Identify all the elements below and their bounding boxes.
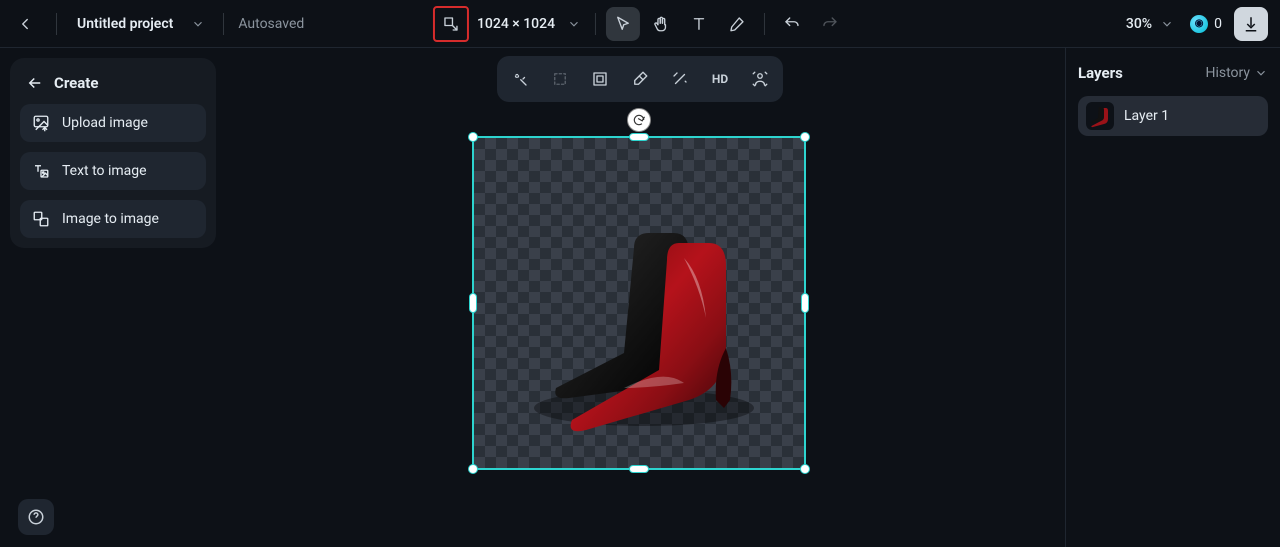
back-button[interactable]	[8, 7, 42, 41]
main-area: Create Upload image Text to image Image …	[0, 48, 1280, 547]
topbar-right: 30% ◉ 0	[1126, 7, 1268, 41]
image-to-image-button[interactable]: Image to image	[20, 200, 206, 238]
canvas-dimensions[interactable]: 1024 × 1024	[473, 12, 559, 36]
layer-item[interactable]: Layer 1	[1078, 96, 1268, 136]
hd-upscale-tool[interactable]: HD	[703, 62, 737, 96]
topbar-center: 1024 × 1024	[433, 6, 847, 42]
zoom-control[interactable]: 30%	[1126, 13, 1178, 35]
canvas[interactable]	[474, 138, 804, 468]
project-title[interactable]: Untitled project	[71, 12, 179, 36]
image-to-image-label: Image to image	[62, 211, 159, 227]
divider	[595, 13, 596, 35]
text-to-image-label: Text to image	[62, 163, 147, 179]
hd-label: HD	[712, 72, 728, 86]
undo-button[interactable]	[775, 7, 809, 41]
selection-edge-n[interactable]	[629, 133, 649, 141]
magic-wand-tool[interactable]	[663, 62, 697, 96]
selection-handle-nw[interactable]	[468, 132, 478, 142]
text-to-image-icon	[32, 162, 50, 180]
magic-select-tool[interactable]	[503, 62, 537, 96]
cursor-tool[interactable]	[606, 7, 640, 41]
layer-thumbnail	[1086, 102, 1114, 130]
selection-box[interactable]	[472, 136, 806, 470]
topbar-left: Untitled project Autosaved	[8, 7, 304, 41]
create-panel-title: Create	[54, 74, 98, 92]
frame-tool[interactable]	[583, 62, 617, 96]
selection-handle-sw[interactable]	[468, 464, 478, 474]
canvas-size-group: 1024 × 1024	[433, 6, 585, 42]
credits-coin-icon: ◉	[1190, 15, 1208, 33]
layers-panel-header: Layers History	[1078, 64, 1268, 82]
selection-handle-ne[interactable]	[800, 132, 810, 142]
upload-image-label: Upload image	[62, 115, 148, 131]
layers-title: Layers	[1078, 64, 1123, 82]
rotate-handle[interactable]	[627, 108, 651, 132]
redo-button	[813, 7, 847, 41]
back-arrow-icon	[26, 74, 44, 92]
text-to-image-button[interactable]: Text to image	[20, 152, 206, 190]
history-label: History	[1205, 65, 1250, 81]
selection-edge-w[interactable]	[469, 293, 477, 313]
autosave-status: Autosaved	[238, 16, 304, 32]
floating-toolbar: HD	[497, 56, 783, 102]
selection-edge-s[interactable]	[629, 465, 649, 473]
divider	[764, 13, 765, 35]
upload-image-button[interactable]: Upload image	[20, 104, 206, 142]
help-icon	[27, 508, 45, 526]
layers-panel: Layers History Layer 1	[1065, 48, 1280, 547]
zoom-value: 30%	[1126, 16, 1152, 32]
upload-image-icon	[32, 114, 50, 132]
divider	[56, 13, 57, 35]
zoom-chevron[interactable]	[1156, 13, 1178, 35]
layer-name: Layer 1	[1124, 108, 1169, 124]
selection-edge-e[interactable]	[801, 293, 809, 313]
eraser-tool[interactable]	[623, 62, 657, 96]
project-menu-chevron[interactable]	[187, 13, 209, 35]
history-toggle[interactable]: History	[1205, 65, 1268, 81]
selection-handle-se[interactable]	[800, 464, 810, 474]
divider	[223, 13, 224, 35]
create-panel-header: Create	[20, 68, 206, 104]
download-button[interactable]	[1234, 7, 1268, 41]
chevron-down-icon	[1254, 66, 1268, 80]
resize-canvas-highlight	[433, 6, 469, 42]
topbar: Untitled project Autosaved 1024 × 1024	[0, 0, 1280, 48]
brush-tool[interactable]	[720, 7, 754, 41]
resize-canvas-button[interactable]	[437, 10, 465, 38]
credits-value: 0	[1214, 16, 1222, 32]
help-button[interactable]	[18, 499, 54, 535]
credits-badge[interactable]: ◉ 0	[1190, 15, 1222, 33]
create-panel: Create Upload image Text to image Image …	[10, 58, 216, 248]
canvas-dimensions-chevron[interactable]	[563, 13, 585, 35]
image-to-image-icon	[32, 210, 50, 228]
remove-background-tool[interactable]	[743, 62, 777, 96]
text-tool[interactable]	[682, 7, 716, 41]
crop-tool	[543, 62, 577, 96]
hand-tool[interactable]	[644, 7, 678, 41]
